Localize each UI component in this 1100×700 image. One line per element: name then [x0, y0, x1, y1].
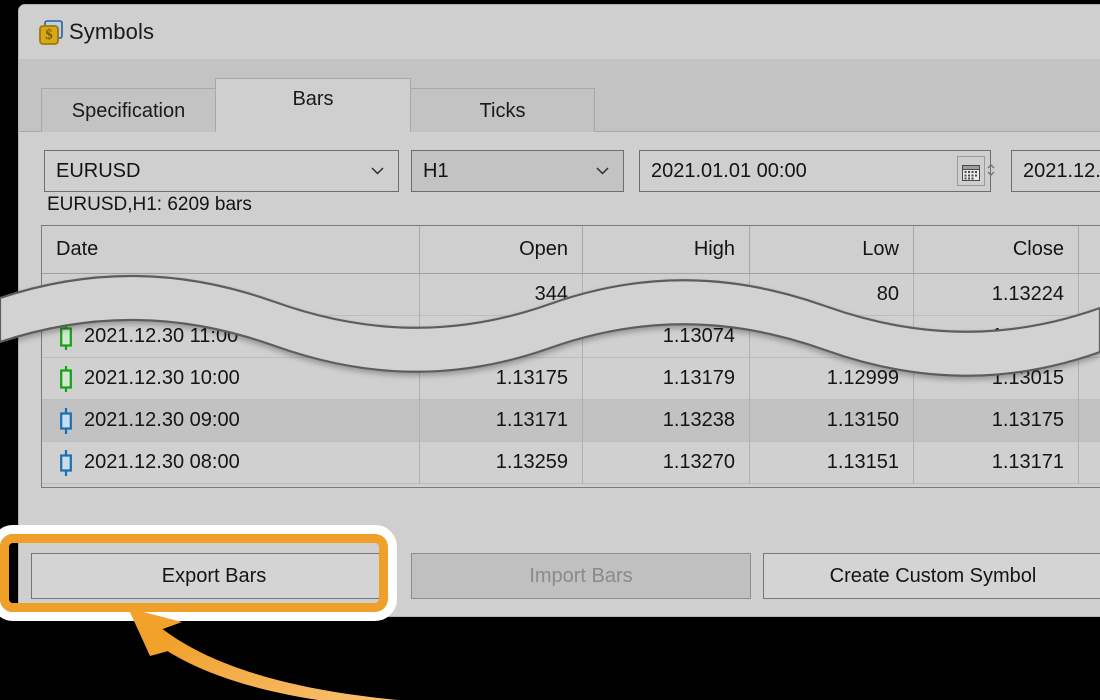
tab-bars[interactable]: Bars	[215, 78, 411, 133]
calendar-icon[interactable]	[957, 156, 985, 186]
callout-arrow-icon	[128, 608, 398, 700]
date-from-value: 2021.01.01 00:00	[651, 160, 807, 182]
chevron-down-icon	[596, 167, 609, 175]
export-bars-label: Export Bars	[161, 565, 267, 587]
cell-low: 1.13151	[750, 442, 914, 484]
cell-low: 1.13150	[750, 400, 914, 442]
cell-extra	[1079, 442, 1100, 484]
cell-close: 1.13224	[914, 274, 1079, 316]
cell-high: 1.13074	[583, 316, 750, 358]
cell-close: 1.13016	[914, 316, 1079, 358]
cell-close: 1.13171	[914, 442, 1079, 484]
table-row[interactable]: 2021.12.30 08:00 1.13259 1.13270 1.13151…	[42, 442, 1100, 484]
svg-text:$: $	[45, 27, 53, 43]
cell-extra	[1079, 400, 1100, 442]
cell-close: 1.13015	[914, 358, 1079, 400]
timeframe-select-value: H1	[423, 160, 449, 182]
symbol-select-value: EURUSD	[56, 160, 141, 182]
tab-strip: Specification Bars Ticks	[19, 60, 1100, 133]
cell-extra	[1079, 274, 1100, 316]
cell-high: 1.1326?	[583, 274, 750, 316]
cell-high: 1.13270	[583, 442, 750, 484]
cell-date: 2021.12.30 08:00	[42, 442, 420, 484]
tab-ticks[interactable]: Ticks	[410, 88, 595, 132]
bars-panel: EURUSD H1 2021.01.01 00:00 2021.12. EURU…	[19, 132, 1100, 616]
date-from-input[interactable]: 2021.01.01 00:00	[639, 150, 995, 192]
import-bars-label: Import Bars	[529, 565, 633, 587]
symbols-window: $ Symbols Specification Bars Ticks EURUS…	[18, 4, 1100, 617]
cell-close: 1.13175	[914, 400, 1079, 442]
candlestick-neutral-icon	[59, 408, 73, 434]
chevron-down-icon	[371, 167, 384, 175]
cell-date: 2021.12.30 09:00	[42, 400, 420, 442]
table-row[interactable]: 2021.12.30 11:00 1.13015 1.13074 1.12996…	[42, 316, 1100, 358]
export-bars-button[interactable]: Export Bars	[31, 553, 397, 599]
table-row[interactable]: 2021.12.30 10:00 1.13175 1.13179 1.12999…	[42, 358, 1100, 400]
date-from-spinner[interactable]	[987, 163, 995, 177]
tab-bars-label: Bars	[292, 88, 334, 110]
cell-low: 80	[750, 274, 914, 316]
create-custom-symbol-label: Create Custom Symbol	[829, 565, 1037, 587]
cell-date: 2021.12.30 11:00	[42, 316, 420, 358]
cell-open: 344	[420, 274, 583, 316]
cell-date: 2021.12.30 10:00	[42, 358, 420, 400]
tab-specification[interactable]: Specification	[41, 88, 216, 132]
import-bars-button[interactable]: Import Bars	[411, 553, 751, 599]
window-titlebar: $ Symbols	[19, 5, 1100, 60]
bars-table-header: Date Open High Low Close	[42, 226, 1100, 274]
column-header-date[interactable]: Date	[42, 226, 420, 273]
tab-ticks-label: Ticks	[479, 100, 526, 122]
timeframe-select[interactable]: H1	[411, 150, 624, 192]
create-custom-symbol-button[interactable]: Create Custom Symbol	[763, 553, 1100, 599]
column-header-high[interactable]: High	[583, 226, 750, 273]
cell-high: 1.13238	[583, 400, 750, 442]
bars-table[interactable]: Date Open High Low Close .31 00:00 344 1…	[41, 225, 1100, 488]
cell-extra	[1079, 316, 1100, 358]
window-title: Symbols	[69, 19, 155, 44]
cell-open: 1.13015	[420, 316, 583, 358]
candlestick-bullish-icon	[59, 366, 73, 392]
date-to-input[interactable]: 2021.12.	[1011, 150, 1100, 192]
cell-low: 1.12996	[750, 316, 914, 358]
bars-summary-label: EURUSD,H1: 6209 bars	[47, 194, 252, 215]
cell-low: 1.12999	[750, 358, 914, 400]
symbols-dollar-icon: $	[37, 19, 67, 49]
column-header-extra[interactable]	[1079, 226, 1100, 273]
cell-extra	[1079, 358, 1100, 400]
candlestick-neutral-icon	[59, 450, 73, 476]
cell-open: 1.13171	[420, 400, 583, 442]
cell-high: 1.13179	[583, 358, 750, 400]
column-header-close[interactable]: Close	[914, 226, 1079, 273]
table-row[interactable]: .31 00:00 344 1.1326? 80 1.13224	[42, 274, 1100, 316]
candlestick-bullish-icon	[59, 324, 73, 350]
column-header-low[interactable]: Low	[750, 226, 914, 273]
cell-date: .31 00:00	[42, 274, 420, 316]
column-header-open[interactable]: Open	[420, 226, 583, 273]
tab-specification-label: Specification	[71, 100, 186, 122]
cell-open: 1.13259	[420, 442, 583, 484]
date-to-value: 2021.12.	[1023, 160, 1100, 182]
screenshot-root: $ Symbols Specification Bars Ticks EURUS…	[0, 0, 1100, 700]
symbol-select[interactable]: EURUSD	[44, 150, 399, 192]
table-row[interactable]: 2021.12.30 09:00 1.13171 1.13238 1.13150…	[42, 400, 1100, 442]
cell-open: 1.13175	[420, 358, 583, 400]
